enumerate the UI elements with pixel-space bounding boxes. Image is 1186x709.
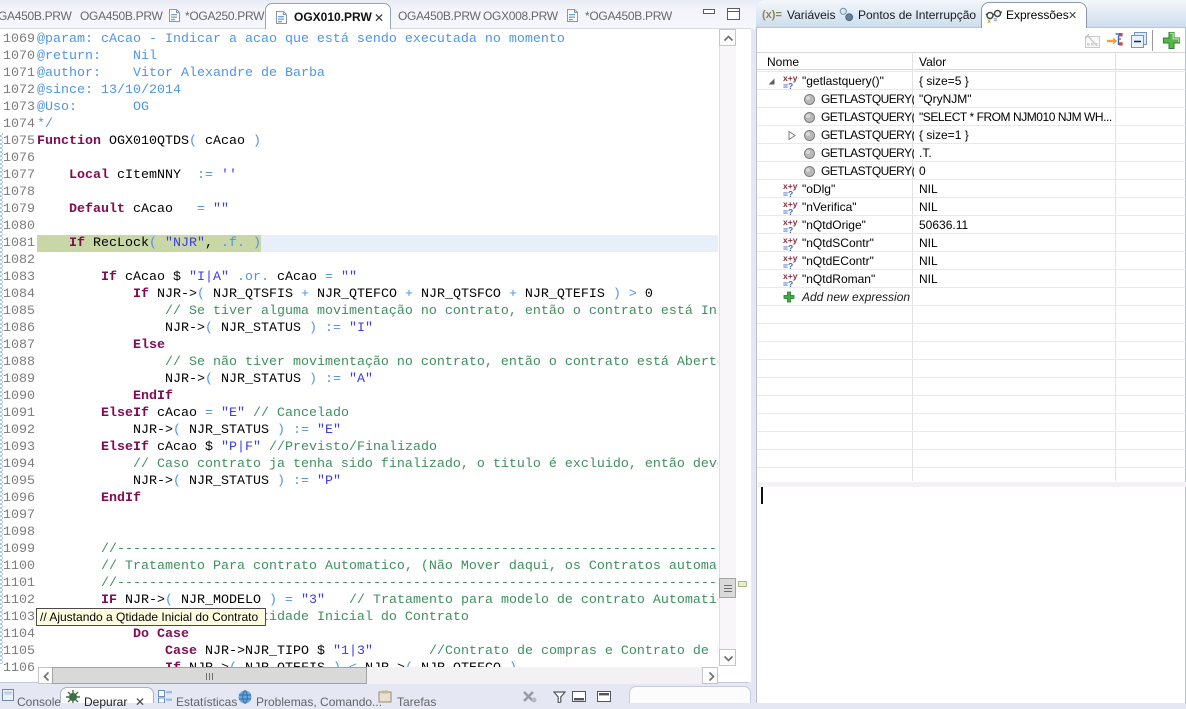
- svg-text:=?: =?: [783, 279, 793, 288]
- svg-text:=?: =?: [783, 81, 793, 90]
- svg-text:=?: =?: [783, 225, 793, 234]
- svg-text:=?: =?: [783, 261, 793, 270]
- svg-text:x: x: [987, 18, 991, 23]
- svg-text:=?: =?: [783, 243, 793, 252]
- svg-text:=: =: [994, 17, 998, 23]
- svg-text:=?: =?: [783, 189, 793, 198]
- svg-text:=?: =?: [783, 207, 793, 216]
